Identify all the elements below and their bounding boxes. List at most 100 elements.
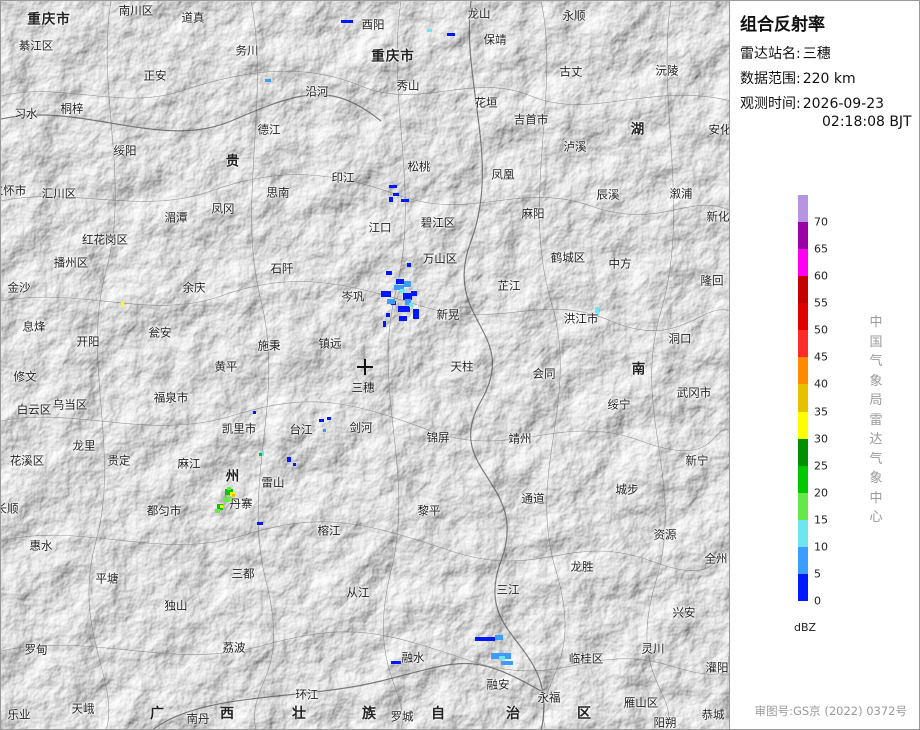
place-label: 汇川区 — [41, 186, 77, 201]
place-label: 余庆 — [182, 280, 206, 295]
place-label: 凤凰 — [491, 167, 515, 182]
place-label: 沅陵 — [655, 63, 679, 78]
place-label: 平塘 — [95, 571, 119, 586]
place-label: 松桃 — [407, 159, 431, 174]
region-char: 广 — [150, 706, 164, 722]
place-label: 荔波 — [222, 640, 246, 655]
color-legend — [798, 195, 808, 602]
place-label: 雁山区 — [623, 695, 659, 710]
place-label: 瓮安 — [148, 325, 172, 340]
place-label: 靖州 — [508, 431, 532, 446]
time-clock-row: 02:18:08 BJT — [820, 114, 912, 130]
place-label: 修文 — [13, 369, 37, 384]
region-char: 区 — [577, 706, 591, 722]
place-label: 鹤城区 — [550, 250, 586, 265]
legend-label: 70 — [814, 215, 828, 229]
place-label: 白云区 — [16, 402, 52, 417]
region-char: 治 — [506, 706, 520, 722]
place-label: 新宁 — [685, 453, 709, 468]
time-date: 2026-09-23 — [802, 96, 885, 112]
organization-label: 中国气象局雷达气象中心 — [869, 315, 883, 525]
legend-swatch — [798, 384, 808, 413]
legend-swatch — [798, 411, 808, 440]
place-label: 罗甸 — [24, 642, 48, 657]
place-label: 洞口 — [668, 331, 692, 346]
region-char: 自 — [431, 706, 445, 722]
place-label: 武冈市 — [676, 385, 712, 400]
region-char: 壮 — [292, 706, 306, 722]
place-label: 独山 — [164, 598, 188, 613]
place-label: 从江 — [346, 585, 370, 600]
legend-label: 20 — [814, 486, 828, 500]
range-row: 数据范围: 220 km — [740, 68, 856, 88]
legend-label: 10 — [814, 540, 828, 554]
radar-site-crosshair-icon — [357, 359, 373, 375]
place-label: 仁怀市 — [1, 183, 27, 198]
place-label: 开阳 — [76, 334, 100, 349]
legend-swatch — [798, 222, 808, 250]
place-label: 保靖 — [483, 32, 507, 47]
place-label: 乐业 — [7, 707, 31, 722]
place-label: 凤冈 — [211, 201, 235, 216]
time-label: 观测时间: — [740, 96, 801, 112]
place-label: 丹寨 — [229, 496, 253, 511]
place-label: 全州 — [704, 551, 728, 566]
legend-swatch — [798, 573, 808, 602]
place-label: 锦屏 — [426, 430, 450, 445]
place-label: 息烽 — [22, 319, 46, 334]
place-label: 永顺 — [562, 8, 586, 23]
legend-swatch — [798, 438, 808, 467]
legend-swatch — [798, 330, 808, 358]
place-label: 花溪区 — [9, 453, 45, 468]
place-label: 灵川 — [641, 641, 665, 656]
place-label: 碧江区 — [420, 215, 456, 230]
place-label: 天柱 — [450, 359, 474, 374]
place-label: 恭城 — [701, 707, 725, 722]
range-value: 220 km — [802, 71, 856, 87]
time-clock: 02:18:08 BJT — [822, 114, 912, 130]
station-row: 雷达站名: 三穗 — [740, 43, 831, 63]
place-label: 岑巩 — [341, 289, 365, 304]
place-label: 三江 — [496, 582, 520, 597]
place-label: 印江 — [331, 170, 355, 185]
map-review-number: 审图号:GS京 (2022) 0372号 — [754, 704, 907, 718]
place-label: 新晃 — [436, 307, 460, 322]
place-label: 环江 — [295, 687, 319, 702]
place-label: 永福 — [537, 690, 561, 705]
place-label: 安化 — [708, 122, 730, 137]
legend-label: 0 — [814, 594, 821, 608]
place-label: 道真 — [181, 10, 205, 25]
place-label: 贵定 — [107, 453, 131, 468]
legend-label: 55 — [814, 296, 828, 310]
place-label: 花垣 — [474, 95, 498, 110]
legend-swatch — [798, 546, 808, 575]
legend-unit: dBZ — [794, 621, 817, 634]
legend-label: 45 — [814, 350, 828, 364]
station-value: 三穗 — [802, 46, 831, 62]
legend-swatch — [798, 465, 808, 494]
place-label: 通道 — [521, 491, 545, 506]
place-label: 正安 — [143, 68, 167, 83]
place-label: 江口 — [368, 220, 392, 235]
place-label: 綦江区 — [18, 38, 54, 53]
place-label: 习水 — [14, 106, 38, 121]
place-label: 镇远 — [318, 336, 342, 351]
legend-swatch — [798, 249, 808, 277]
range-label: 数据范围: — [740, 71, 801, 87]
place-label: 罗城 — [390, 709, 414, 724]
place-label: 阳朔 — [653, 715, 677, 730]
place-label: 福泉市 — [153, 390, 189, 405]
place-label: 播州区 — [53, 255, 89, 270]
place-label: 吉首市 — [513, 112, 549, 127]
place-label: 湄潭 — [164, 210, 188, 225]
place-label: 雷山 — [261, 475, 285, 490]
place-label: 城步 — [615, 482, 639, 497]
place-label: 融安 — [486, 677, 510, 692]
place-label: 资源 — [653, 527, 677, 542]
place-label: 万山区 — [422, 251, 458, 266]
place-label: 溆浦 — [669, 186, 693, 201]
place-label: 榕江 — [317, 523, 341, 538]
legend-swatch — [798, 519, 808, 548]
place-label: 洪江市 — [563, 311, 599, 326]
radar-map[interactable]: 重庆市 南川区 道真 酉阳 龙山 永顺 綦江区 务川 重庆市 保靖 正安 沿河 秀山 古丈 沅陵 习水 桐梓 花垣… — [0, 0, 730, 730]
